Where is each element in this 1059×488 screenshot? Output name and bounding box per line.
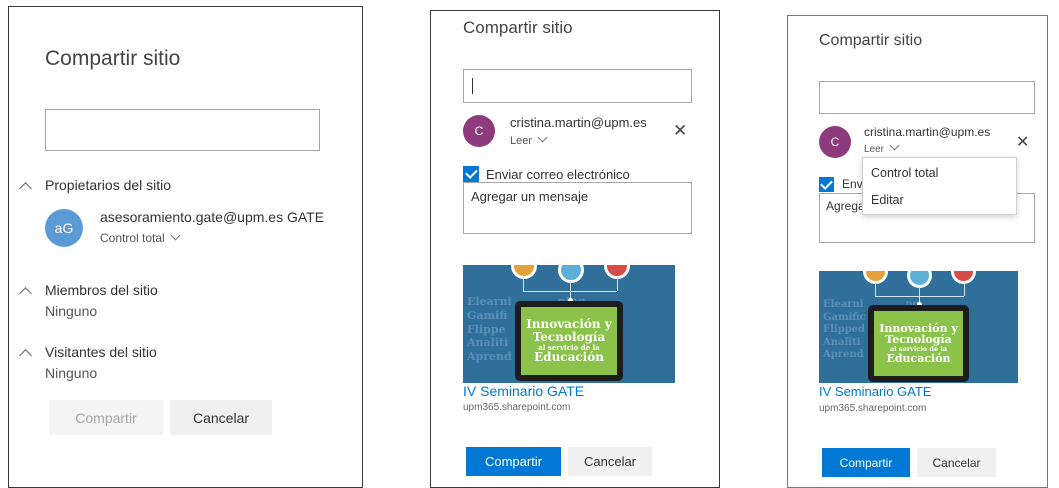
send-email-label: Enviar correo electrónico	[486, 167, 630, 182]
user-email: cristina.martin@upm.es	[864, 125, 991, 139]
tablet-screen: Innovación y Tecnología al servicio de l…	[874, 311, 963, 376]
section-title-owners[interactable]: Propietarios del sitio	[45, 177, 171, 193]
chevron-down-icon	[537, 132, 548, 143]
connector-line	[875, 283, 876, 296]
cancel-button[interactable]: Cancelar	[917, 448, 996, 477]
permission-label: Leer	[510, 135, 533, 147]
people-picker-input[interactable]	[463, 69, 692, 103]
share-site-panel-owners: Compartir sitio Propietarios del sitio a…	[8, 6, 363, 488]
decorative-circle	[558, 265, 584, 283]
text-caret	[472, 78, 473, 94]
tablet-graphic: Innovación y Tecnología al servicio de l…	[515, 301, 623, 381]
preview-url: upm365.sharepoint.com	[463, 402, 571, 413]
permission-label: Control total	[100, 231, 165, 245]
people-picker-input[interactable]	[819, 81, 1035, 114]
image-text-line: Tecnología	[532, 330, 606, 345]
decorative-circle	[511, 265, 537, 279]
tablet-graphic: Innovación y Tecnología al servicio de l…	[868, 305, 969, 382]
menu-item-full-control[interactable]: Control total	[871, 166, 938, 180]
section-value-members: Ninguno	[45, 303, 98, 319]
panel-title: Compartir sitio	[45, 47, 181, 70]
menu-item-edit[interactable]: Editar	[871, 193, 904, 207]
preview-title-link[interactable]: IV Seminario GATE	[819, 384, 931, 399]
avatar: aG	[45, 209, 83, 247]
permission-label: Leer	[864, 144, 885, 155]
image-text-line: Educación	[886, 351, 951, 365]
connector-line	[964, 283, 965, 296]
close-icon[interactable]: ✕	[673, 121, 687, 141]
site-preview-image[interactable]: Elearni ng Gamific cación Flipped l Clas…	[819, 271, 1018, 383]
avatar: C	[819, 126, 851, 158]
section-title-visitors[interactable]: Visitantes del sitio	[45, 344, 157, 360]
chevron-down-icon	[889, 140, 900, 151]
message-textarea[interactable]: Agregar un mensaje	[463, 182, 692, 234]
preview-url: upm365.sharepoint.com	[819, 403, 927, 414]
share-button-disabled[interactable]: Compartir	[49, 400, 163, 435]
people-search-input[interactable]	[45, 109, 320, 151]
close-icon[interactable]: ✕	[1016, 132, 1029, 152]
share-button[interactable]: Compartir	[822, 448, 910, 477]
image-text-line: Educación	[534, 349, 604, 364]
chevron-up-icon[interactable]	[19, 182, 32, 195]
chevron-down-icon	[170, 230, 181, 241]
cancel-button[interactable]: Cancelar	[170, 400, 272, 435]
send-email-checkbox[interactable]	[819, 177, 834, 192]
preview-title-link[interactable]: IV Seminario GATE	[463, 383, 584, 399]
chevron-up-icon[interactable]	[19, 349, 32, 362]
tablet-screen: Innovación y Tecnología al servicio de l…	[521, 307, 617, 375]
avatar: C	[463, 115, 495, 147]
section-value-visitors: Ninguno	[45, 365, 98, 381]
share-site-panel-user: Compartir sitio C cristina.martin@upm.es…	[430, 10, 720, 488]
send-email-checkbox[interactable]	[463, 166, 479, 182]
panel-title: Compartir sitio	[819, 32, 923, 49]
permission-menu: Control total Editar	[862, 157, 1017, 215]
user-email: cristina.martin@upm.es	[510, 115, 647, 130]
owner-name: asesoramiento.gate@upm.es GATE	[100, 209, 325, 225]
chevron-up-icon[interactable]	[19, 287, 32, 300]
permission-dropdown[interactable]: Leer	[510, 132, 548, 147]
connector-line	[617, 277, 618, 291]
section-title-members[interactable]: Miembros del sitio	[45, 282, 158, 298]
permission-dropdown[interactable]: Leer	[864, 140, 900, 155]
share-site-panel-permission-menu: Compartir sitio C cristina.martin@upm.es…	[787, 15, 1048, 488]
permission-dropdown[interactable]: Control total	[100, 230, 181, 245]
cancel-button[interactable]: Cancelar	[568, 447, 652, 476]
decorative-circle	[907, 271, 932, 288]
share-button[interactable]: Compartir	[466, 447, 561, 476]
panel-title: Compartir sitio	[463, 18, 573, 37]
site-preview-image[interactable]: Elearni ning Gamifi cación Flippe l Clas…	[463, 265, 675, 383]
connector-line	[523, 277, 524, 291]
